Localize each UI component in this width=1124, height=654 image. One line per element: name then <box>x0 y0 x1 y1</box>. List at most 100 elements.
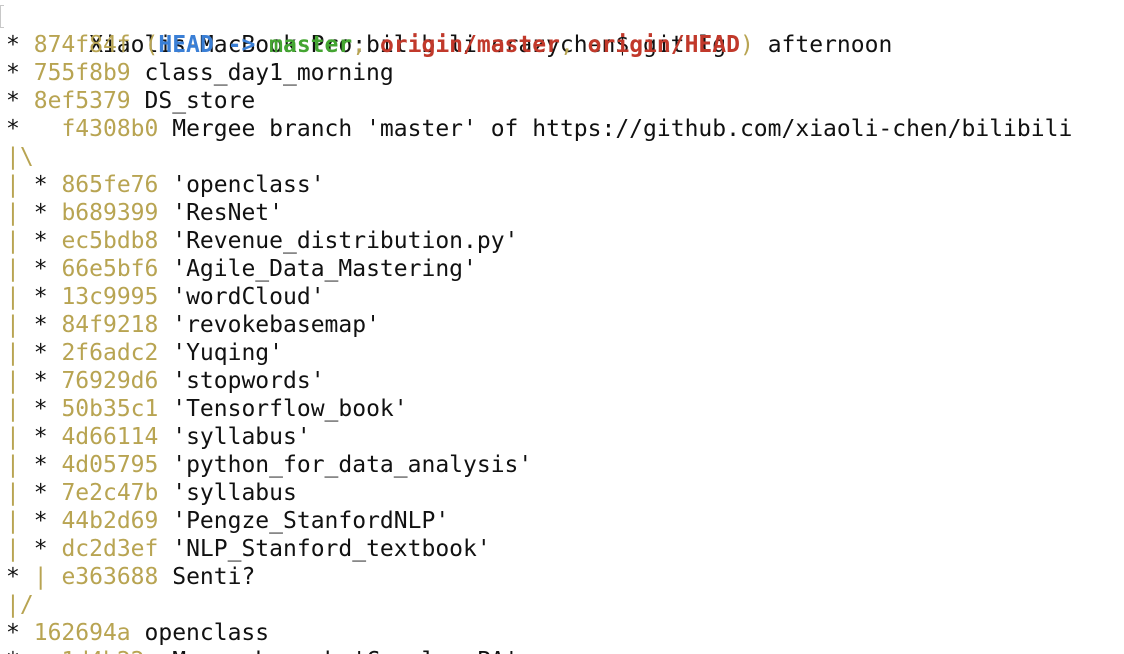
graph-marker: * <box>6 116 20 142</box>
commit-message: 'wordCloud' <box>158 284 325 310</box>
graph-marker: | * <box>6 480 48 506</box>
commit-message: 'Pengze_StanfordNLP' <box>158 508 450 534</box>
graph-marker: | * <box>6 228 48 254</box>
log-line: | * b689399 'ResNet' <box>6 199 1072 227</box>
graph-marker: * | <box>6 564 48 590</box>
log-line: | * 2f6adc2 'Yuqing' <box>6 339 1072 367</box>
commit-message: 'revokebasemap' <box>158 312 380 338</box>
commit-message: 'ResNet' <box>158 200 283 226</box>
log-line: | * 66e5bf6 'Agile_Data_Mastering' <box>6 255 1072 283</box>
commit-message: 'openclass' <box>158 172 325 198</box>
commit-message: 'stopwords' <box>158 368 325 394</box>
log-line: * 8ef5379 DS_store <box>6 87 1072 115</box>
graph-marker: * <box>6 32 20 58</box>
commit-hash: 865fe76 <box>61 172 159 198</box>
commit-message: DS_store <box>130 88 256 114</box>
commit-message: 'NLP_Stanford_textbook' <box>158 536 491 562</box>
ref-open-paren: ( <box>130 32 159 58</box>
commit-hash: 44b2d69 <box>61 508 159 534</box>
commit-hash: ec5bdb8 <box>61 228 159 254</box>
graph-marker: * <box>6 648 61 654</box>
commit-hash: f4308b0 <box>61 116 159 142</box>
log-line: | * 7e2c47b 'syllabus <box>6 479 1072 507</box>
graph-marker: | * <box>6 172 48 198</box>
log-line: * 755f8b9 class_day1_morning <box>6 59 1072 87</box>
graph-marker: |\ <box>6 144 34 170</box>
commit-message: openclass <box>130 620 270 646</box>
selection-bracket <box>0 5 4 28</box>
log-line: * 1d4b22a Merge branch 'Carolyn_PA' <box>6 647 1072 654</box>
commit-hash: dc2d3ef <box>61 536 159 562</box>
commit-hash: 84f9218 <box>61 312 159 338</box>
graph-marker: |/ <box>6 592 34 618</box>
graph-marker: | * <box>6 368 48 394</box>
commit-message: 'Agile_Data_Mastering' <box>158 256 477 282</box>
graph-marker: | * <box>6 452 48 478</box>
graph-marker: | * <box>6 312 48 338</box>
ref-separator: , <box>352 32 380 58</box>
commit-message: afternoon <box>753 32 893 58</box>
commit-hash: e363688 <box>61 564 159 590</box>
commit-hash: 874f84f <box>33 32 131 58</box>
log-line: | * 4d05795 'python_for_data_analysis' <box>6 451 1072 479</box>
commit-message: class_day1_morning <box>130 60 394 86</box>
ref-close-paren: ) <box>739 32 754 58</box>
commit-hash: 755f8b9 <box>33 60 131 86</box>
commit-message: 'Tensorflow_book' <box>158 396 408 422</box>
graph-marker: | * <box>6 200 48 226</box>
commit-hash: b689399 <box>61 200 159 226</box>
terminal-window[interactable]: Xiaolis-MacBook-Pro:bilibili crazychen$ … <box>0 0 1124 654</box>
log-line: | * 4d66114 'syllabus' <box>6 423 1072 451</box>
commit-message: Merge branch 'Carolyn_PA' <box>158 648 518 654</box>
graph-marker: | * <box>6 508 48 534</box>
log-line: | * 865fe76 'openclass' <box>6 171 1072 199</box>
graph-marker: | * <box>6 340 48 366</box>
command-prompt-line: Xiaolis-MacBook-Pro:bilibili crazychen$ … <box>6 3 1072 58</box>
log-line: | * 84f9218 'revokebasemap' <box>6 311 1072 339</box>
graph-marker: | * <box>6 424 48 450</box>
commit-hash: 4d66114 <box>61 424 159 450</box>
commit-hash: 50b35c1 <box>61 396 159 422</box>
commit-message: 'syllabus' <box>158 424 311 450</box>
commit-hash: 8ef5379 <box>33 88 131 114</box>
commit-message: 'python_for_data_analysis' <box>158 452 533 478</box>
graph-marker: | * <box>6 256 48 282</box>
commit-hash: 2f6adc2 <box>61 340 159 366</box>
graph-marker: * <box>6 60 20 86</box>
graph-marker: | * <box>6 396 48 422</box>
log-line: * 874f84f (HEAD -> master, origin/master… <box>6 31 1072 59</box>
ref-remote-master: origin/master <box>379 32 560 58</box>
log-line: | * 44b2d69 'Pengze_StanfordNLP' <box>6 507 1072 535</box>
graph-marker: | * <box>6 284 48 310</box>
log-line: * 162694a openclass <box>6 619 1072 647</box>
commit-hash: 4d05795 <box>61 452 159 478</box>
commit-message: 'Revenue_distribution.py' <box>158 228 519 254</box>
commit-hash: 162694a <box>33 620 131 646</box>
log-line: * f4308b0 Mergee branch 'master' of http… <box>6 115 1072 143</box>
graph-marker: * <box>6 88 20 114</box>
commit-hash: 7e2c47b <box>61 480 159 506</box>
log-line: | * 76929d6 'stopwords' <box>6 367 1072 395</box>
log-line: | * dc2d3ef 'NLP_Stanford_textbook' <box>6 535 1072 563</box>
commit-message: 'syllabus <box>158 480 297 506</box>
commit-message: 'Yuqing' <box>158 340 283 366</box>
log-line: |/ <box>6 591 1072 619</box>
log-line: |\ <box>6 143 1072 171</box>
commit-hash: 66e5bf6 <box>61 256 159 282</box>
log-line: | * 13c9995 'wordCloud' <box>6 283 1072 311</box>
commit-hash: 13c9995 <box>61 284 159 310</box>
commit-hash: 1d4b22a <box>61 648 158 654</box>
ref-branch-master: master <box>269 32 353 58</box>
ref-head: HEAD <box>158 32 214 58</box>
terminal-output: Xiaolis-MacBook-Pro:bilibili crazychen$ … <box>6 3 1072 654</box>
commit-message: Senti? <box>158 564 256 590</box>
log-line: * | e363688 Senti? <box>6 563 1072 591</box>
commit-message: Mergee branch 'master' of https://github… <box>158 116 1073 142</box>
graph-marker: | * <box>6 536 48 562</box>
ref-separator: , <box>559 32 588 58</box>
ref-remote-head: origin/HEAD <box>587 32 740 58</box>
graph-marker: * <box>6 620 20 646</box>
commit-hash: 76929d6 <box>61 368 159 394</box>
log-line: | * 50b35c1 'Tensorflow_book' <box>6 395 1072 423</box>
log-line: | * ec5bdb8 'Revenue_distribution.py' <box>6 227 1072 255</box>
